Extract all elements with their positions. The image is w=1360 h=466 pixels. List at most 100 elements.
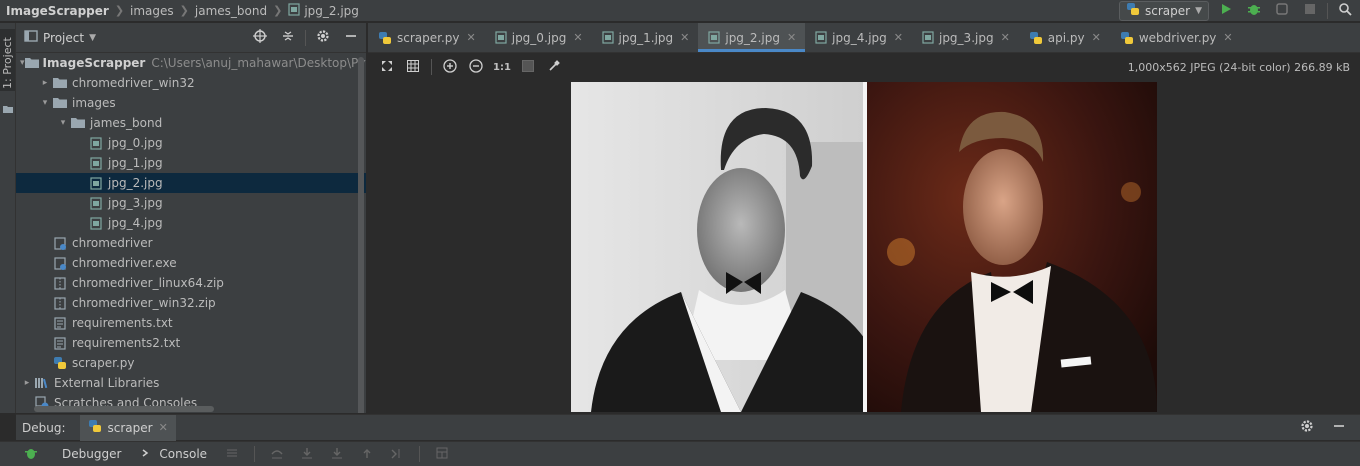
stop-button[interactable] (1299, 1, 1321, 21)
step-into-my-code-button[interactable] (326, 443, 348, 465)
step-out-button[interactable] (356, 443, 378, 465)
close-icon[interactable]: ✕ (159, 421, 168, 434)
archive-file-icon (52, 295, 68, 311)
project-path: C:\Users\anuj_mahawar\Desktop\Python (151, 56, 366, 70)
run-button[interactable] (1215, 1, 1237, 21)
expand-arrows-icon (381, 60, 393, 75)
tree-item[interactable]: ▾ james_bond (16, 113, 366, 133)
evaluate-expression-button[interactable] (431, 443, 453, 465)
tree-item[interactable]: jpg_4.jpg (16, 213, 366, 233)
debug-session-tab[interactable]: scraper ✕ (79, 414, 176, 441)
collapse-all-button[interactable] (277, 28, 299, 48)
breadcrumb-item[interactable]: jpg_2.jpg (288, 2, 359, 19)
close-icon[interactable]: ✕ (894, 31, 903, 44)
tree-item[interactable]: jpg_2.jpg (16, 173, 366, 193)
project-panel-header: Project ▼ (16, 23, 366, 53)
hide-panel-button[interactable] (340, 28, 362, 48)
settings-button[interactable] (312, 28, 334, 48)
editor-tab[interactable]: webdriver.py ✕ (1110, 23, 1242, 52)
tree-item[interactable]: jpg_0.jpg (16, 133, 366, 153)
step-into-button[interactable] (296, 443, 318, 465)
editor-area: scraper.py ✕ jpg_0.jpg ✕ jpg_1.jpg ✕ jpg_2.jpg… (368, 23, 1360, 413)
tree-item[interactable]: ▾ ImageScrapper C:\Users\anuj_mahawar\Desk… (16, 53, 366, 73)
chessboard-background-button[interactable] (517, 56, 539, 78)
color-picker-button[interactable] (543, 56, 565, 78)
tree-item[interactable]: ▾ images (16, 93, 366, 113)
tree-item[interactable]: chromedriver (16, 233, 366, 253)
vertical-scrollbar[interactable] (358, 57, 364, 413)
image-preview[interactable] (571, 82, 1157, 412)
tree-item[interactable]: chromedriver_linux64.zip (16, 273, 366, 293)
debugger-tab[interactable]: Debugger (56, 447, 127, 461)
zoom-out-icon (469, 58, 483, 76)
project-view-selector[interactable]: Project ▼ (24, 29, 96, 46)
run-with-coverage-button[interactable] (1271, 1, 1293, 21)
hide-debug-button[interactable] (1328, 418, 1350, 438)
crosshair-icon (253, 29, 267, 46)
chevron-right-icon[interactable]: ▸ (38, 78, 52, 88)
chevron-down-icon[interactable]: ▾ (38, 98, 52, 108)
zoom-in-button[interactable] (439, 56, 461, 78)
toggle-grid-button[interactable] (402, 56, 424, 78)
close-icon[interactable]: ✕ (1223, 31, 1232, 44)
editor-tab[interactable]: jpg_1.jpg ✕ (592, 23, 699, 52)
tree-item[interactable]: ▸ External Libraries (16, 373, 366, 393)
editor-tab[interactable]: api.py ✕ (1019, 23, 1110, 52)
editor-tab[interactable]: jpg_3.jpg ✕ (912, 23, 1019, 52)
close-icon[interactable]: ✕ (1092, 31, 1101, 44)
show-execution-point-button[interactable] (221, 443, 243, 465)
tree-item[interactable]: requirements2.txt (16, 333, 366, 353)
close-icon[interactable]: ✕ (680, 31, 689, 44)
breadcrumb-item[interactable]: james_bond (195, 4, 267, 18)
actual-size-button[interactable]: 1:1 (491, 56, 513, 78)
editor-tab[interactable]: jpg_4.jpg ✕ (805, 23, 912, 52)
tree-item[interactable]: ▸ chromedriver_win32 (16, 73, 366, 93)
horizontal-scrollbar[interactable] (34, 406, 214, 412)
editor-tab[interactable]: jpg_0.jpg ✕ (485, 23, 592, 52)
chevron-right-icon[interactable]: ▸ (20, 378, 34, 388)
fit-zoom-button[interactable] (376, 56, 398, 78)
image-file-icon (88, 135, 104, 151)
editor-tab-label: scraper.py (397, 30, 460, 45)
editor-tab[interactable]: jpg_2.jpg ✕ (698, 23, 806, 52)
step-over-button[interactable] (266, 443, 288, 465)
lines-icon (226, 447, 238, 462)
breadcrumb-item[interactable]: ImageScrapper (6, 4, 109, 18)
chevron-down-icon: ▼ (89, 32, 96, 43)
run-to-cursor-button[interactable] (386, 443, 408, 465)
tree-item[interactable]: chromedriver.exe (16, 253, 366, 273)
editor-tab-label: jpg_2.jpg (725, 30, 780, 45)
close-icon[interactable]: ✕ (573, 31, 582, 44)
breadcrumb-separator: ❯ (114, 4, 125, 17)
folder-icon (52, 95, 68, 111)
project-tool-window-label[interactable]: 1: Project (1, 37, 14, 89)
close-icon[interactable]: ✕ (467, 31, 476, 44)
project-folder-icon (24, 55, 39, 71)
divider (1327, 2, 1328, 19)
debug-settings-button[interactable] (1296, 418, 1318, 438)
tree-item[interactable]: jpg_1.jpg (16, 153, 366, 173)
tree-item[interactable]: chromedriver_win32.zip (16, 293, 366, 313)
python-icon (52, 355, 68, 371)
editor-tab-label: jpg_1.jpg (618, 30, 674, 45)
search-everywhere-button[interactable] (1334, 1, 1356, 21)
python-icon (88, 419, 102, 436)
divider (419, 446, 421, 462)
tree-item-label: chromedriver_win32 (72, 76, 195, 90)
close-icon[interactable]: ✕ (787, 31, 796, 44)
tree-item[interactable]: scraper.py (16, 353, 366, 373)
tree-item[interactable]: jpg_3.jpg (16, 193, 366, 213)
editor-tab[interactable]: scraper.py ✕ (368, 23, 485, 52)
james-bond-photo (571, 82, 1157, 412)
breadcrumb-item[interactable]: images (130, 4, 174, 18)
image-file-icon (88, 175, 104, 191)
chevron-down-icon[interactable]: ▾ (56, 118, 70, 128)
zoom-out-button[interactable] (465, 56, 487, 78)
console-tab[interactable]: Console (135, 447, 213, 462)
zoom-in-icon (443, 58, 457, 76)
run-configuration-selector[interactable]: scraper ▼ (1119, 0, 1209, 21)
debug-button[interactable] (1243, 1, 1265, 21)
tree-item[interactable]: requirements.txt (16, 313, 366, 333)
close-icon[interactable]: ✕ (1001, 31, 1010, 44)
locate-file-button[interactable] (249, 28, 271, 48)
